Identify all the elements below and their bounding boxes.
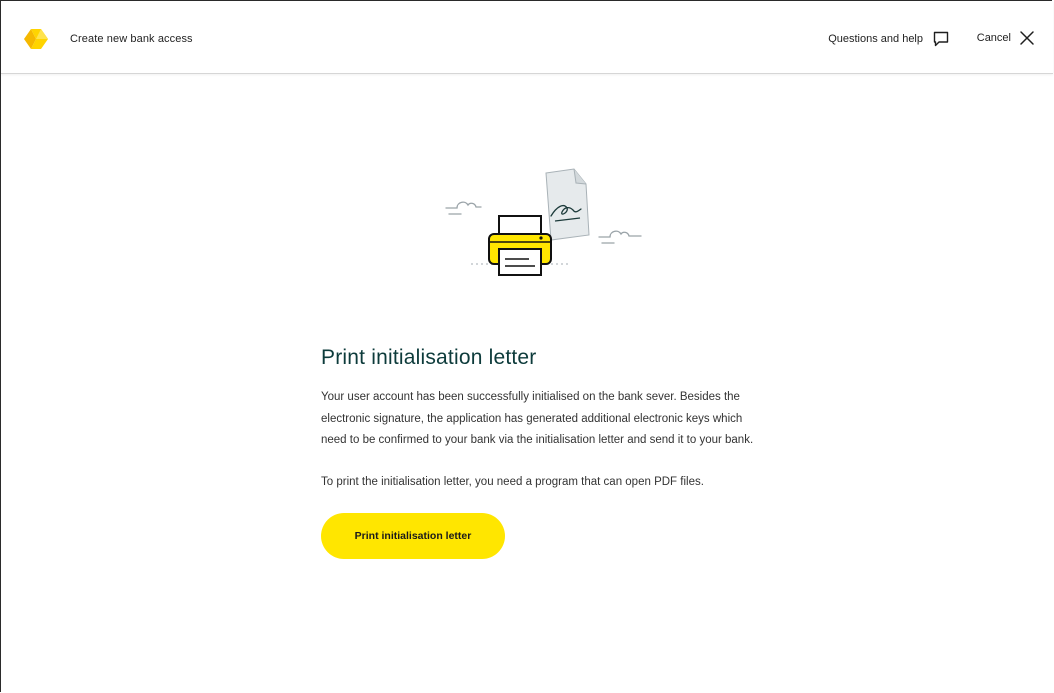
cancel-label: Cancel: [976, 32, 1011, 44]
app-title: Create new bank access: [70, 33, 193, 45]
questions-and-help-link[interactable]: Questions and help: [828, 31, 949, 47]
printer-icon: [488, 215, 552, 276]
main-content: Print initialisation letter Your user ac…: [321, 346, 761, 559]
close-icon: [1020, 31, 1034, 45]
intro-paragraph: Your user account has been successfully …: [321, 391, 754, 446]
signed-document-icon: [545, 168, 590, 241]
commerzbank-logo-icon: [24, 29, 48, 49]
speech-bubble-icon: [933, 31, 949, 47]
page-title: Print initialisation letter: [321, 346, 537, 369]
cloud-left-icon: [445, 201, 482, 215]
app-window: Create new bank access Questions and hel…: [0, 0, 1053, 692]
top-bar: Create new bank access Questions and hel…: [1, 1, 1053, 74]
cancel-button[interactable]: Cancel: [977, 30, 1035, 46]
help-label: Questions and help: [828, 33, 923, 45]
printer-illustration-icon: [445, 168, 642, 276]
pdf-requirement-paragraph: To print the initialisation letter, you …: [321, 475, 704, 488]
print-initialisation-letter-button[interactable]: Print initialisation letter: [321, 513, 505, 559]
cloud-right-icon: [598, 230, 642, 244]
